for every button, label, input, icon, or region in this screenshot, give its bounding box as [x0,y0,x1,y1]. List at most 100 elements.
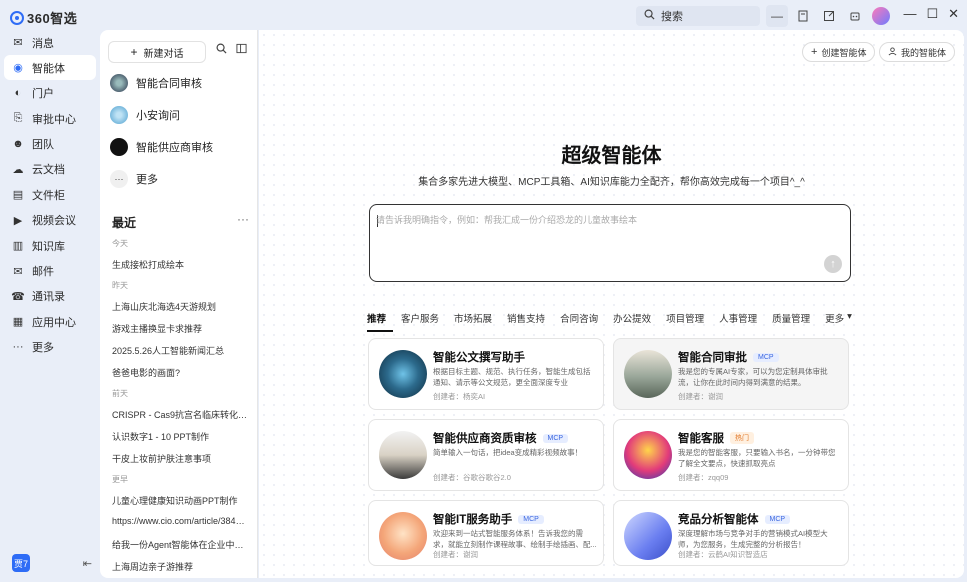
category-tab[interactable]: 人事管理 [719,311,764,332]
agent-card-title-text: 智能客服 [678,433,724,445]
agent-label: 智能供应商审核 [136,142,213,154]
nav-item-label: 视频会议 [32,215,76,228]
plus-icon: + [130,45,138,59]
bookmark-icon[interactable] [792,5,814,27]
category-tab[interactable]: 客户服务 [401,311,446,332]
nav-item-label: 团队 [32,139,54,152]
agent-card[interactable]: 智能合同审批 MCP 我是您的专属AI专家，可以为您定制具体审批流，让你在此时间内得… [613,338,849,410]
nav-item[interactable]: ◉ 智能体 [4,55,96,81]
agent-card-tag: MCP [764,514,791,524]
history-item[interactable]: 上海周边亲子游推荐 [112,560,248,573]
history-item[interactable]: https://www.cio.com/article/38433... [112,516,248,526]
collapse-nav-icon[interactable]: ⇤ [83,557,92,570]
nav-item-label: 应用中心 [32,316,76,329]
plus-icon: + [811,46,818,58]
send-button[interactable]: ↑ [824,255,842,273]
history-item[interactable]: 给我一份Agent智能体在企业中典... [112,538,248,551]
category-tabs: 推荐 客户服务 市场拓展 销售支持 合同咨询 办公提效 项目管理 人事管理 质量管理 更多 ▾ [367,311,852,332]
prompt-box[interactable]: ↑ [369,204,851,282]
close-icon[interactable]: ✕ [948,6,959,22]
maximize-icon[interactable]: ☐ [926,6,938,22]
chevron-down-icon[interactable]: ▾ [847,311,852,332]
agent-avatar [110,74,128,92]
nav-item-label: 智能体 [32,62,65,75]
nav-item-label: 云文档 [32,164,65,177]
history-item[interactable]: 游戏主播换显卡求推荐 [112,322,248,335]
nav-item[interactable]: ▶ 视频会议 [4,208,96,233]
category-tab[interactable]: 质量管理 [772,311,817,332]
main-area: + 创建智能体 我的智能体 超级智能体 集合多家先进大模型、MCP工具箱、AI知… [259,30,964,578]
agent-card-description: 我是您的专属AI专家，可以为您定制具体审批流，让你在此时间内得到满意的结果。 [678,367,828,387]
nav-item[interactable]: ☁ 云文档 [4,157,96,182]
history-item[interactable]: 干皮上妆前护肤注意事项 [112,452,248,465]
agent-card[interactable]: 智能IT服务助手 MCP 欢迎来到一站式智能服务体系！告诉我您的需求，就能立刻制作课… [368,500,604,566]
my-agents-button[interactable]: 我的智能体 [879,42,956,62]
more-agents[interactable]: ··· 更多 [110,170,158,188]
agent-item[interactable]: 智能合同审核 [110,74,202,92]
cloud-doc-icon: ☁ [12,163,24,176]
agent-card-title: 智能供应商资质审核 MCP [433,430,569,446]
agent-card-title-text: 智能合同审批 [678,352,747,364]
agent-card[interactable]: 智能公文撰写助手 根据目标主题、规范、执行任务，智能生成包括通知、请示等公文规范，… [368,338,604,410]
nav-item[interactable]: ◐ 门户 [4,81,96,106]
history-item[interactable]: 生成接松打成绘本 [112,258,248,271]
nav-item[interactable]: ✉ 邮件 [4,259,96,284]
search-icon [644,9,655,23]
new-chat-button[interactable]: + 新建对话 [108,41,206,63]
sidebar-toggle-icon[interactable] [236,43,247,57]
history-item[interactable]: 认识数字1 - 10 PPT制作 [112,430,248,443]
agent-avatar [110,138,128,156]
prompt-input[interactable] [376,215,836,225]
agent-card[interactable]: 智能供应商资质审核 MCP 简单输入一句话，把idea变成精彩视频故事！ 创建者：谷歌… [368,419,604,491]
conversation-panel: + 新建对话 智能合同审核 小安询问 智能供应商审核 ··· 更多 最近 ···… [100,30,258,578]
nav-item[interactable]: ▤ 文件柜 [4,182,96,207]
history-item[interactable]: CRISPR - Cas9抗宫名临床转化伦... [112,408,248,421]
search-label: 搜索 [661,11,683,23]
user-icon [888,46,897,58]
category-tab[interactable]: 办公提效 [613,311,658,332]
agent-card-creator: 创建者：谢润 [678,392,723,401]
history-item[interactable]: 上海山庆北海选4天游规划 [112,300,248,313]
share-icon[interactable] [818,5,840,27]
nav-item-label: 知识库 [32,240,65,253]
nav-item-label: 通讯录 [32,291,65,304]
history-item[interactable]: 2025.5.26人工智能新闻汇总 [112,344,248,357]
logo-text: 360智选 [27,11,78,26]
nav-item[interactable]: ✉ 消息 [4,30,96,55]
category-tab[interactable]: 合同咨询 [560,311,605,332]
nav-item[interactable]: ▥ 知识库 [4,233,96,258]
category-tab[interactable]: 推荐 [367,311,394,332]
robot-icon[interactable] [844,5,866,27]
agent-card[interactable]: 竞品分析智能体 MCP 深度理解市场与竞争对手的营销模式AI模型大师，为您服务，生成… [613,500,849,566]
history-item[interactable]: 儿童心理健康知识动画PPT制作 [112,494,248,507]
minimize-pane-icon[interactable]: — [766,5,788,27]
global-search[interactable]: 搜索 [636,6,760,26]
nav-item[interactable]: ▦ 应用中心 [4,309,96,334]
category-tab[interactable]: 销售支持 [507,311,552,332]
message-icon: ✉ [13,37,23,49]
user-badge[interactable]: 贾7 [12,554,30,572]
create-agent-button[interactable]: + 创建智能体 [802,42,876,62]
nav-item[interactable]: ☎ 通讯录 [4,284,96,309]
agent-card-description: 欢迎来到一站式智能服务体系！告诉我您的需求，就能立刻制作课程故事、绘制手绘插画、… [433,529,597,549]
agent-card-image [624,350,672,398]
user-avatar[interactable] [872,7,890,25]
nav-item[interactable]: ⎘ 审批中心 [4,106,96,131]
category-tab[interactable]: 项目管理 [666,311,711,332]
history-item[interactable]: 爸爸电影的画面? [112,366,248,379]
agent-item[interactable]: 智能供应商审核 [110,138,213,156]
agent-card-title: 竞品分析智能体 MCP [678,511,791,527]
agent-item[interactable]: 小安询问 [110,106,180,124]
agent-card-image [379,512,427,560]
nav-item[interactable]: ··· 更多 [4,335,96,360]
minimize-icon[interactable]: — [903,6,916,22]
nav-item[interactable]: ☻ 团队 [4,132,96,157]
recent-more-icon[interactable]: ··· [237,212,249,226]
mail-icon: ✉ [13,265,23,278]
new-chat-label: 新建对话 [143,48,184,60]
agent-card[interactable]: 智能客服 热门 我是您的智能客服，只要输入书名，一分钟带您了解全文要点，快速抓取亮点… [613,419,849,491]
search-icon[interactable] [216,43,227,57]
agent-card-image [379,431,427,479]
category-tab[interactable]: 市场拓展 [454,311,499,332]
agent-card-tag: MCP [518,514,544,524]
